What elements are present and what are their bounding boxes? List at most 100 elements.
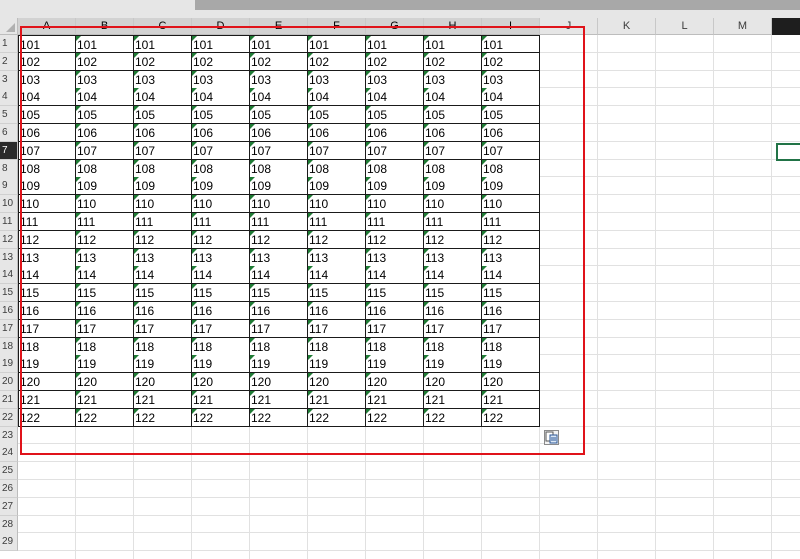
cell-d2[interactable]: 102 [192, 52, 250, 71]
cell-c3[interactable]: 103 [134, 70, 192, 89]
cell-f16[interactable]: 116 [308, 302, 366, 320]
cell-a3[interactable]: 103 [18, 70, 76, 89]
cell-i21[interactable]: 121 [482, 391, 540, 409]
cell-e11[interactable]: 111 [250, 213, 308, 231]
cell-c15[interactable]: 115 [134, 284, 192, 303]
cell-f6[interactable]: 106 [308, 124, 366, 142]
cell-a4[interactable]: 104 [18, 88, 76, 107]
cell-i3[interactable]: 103 [482, 70, 540, 89]
cell-a17[interactable]: 117 [18, 319, 76, 338]
cell-g4[interactable]: 104 [366, 88, 424, 107]
cell-b9[interactable]: 109 [76, 177, 134, 196]
cell-e12[interactable]: 112 [250, 230, 308, 249]
cell-f3[interactable]: 103 [308, 70, 366, 89]
cell-b16[interactable]: 116 [76, 302, 134, 320]
cell-e22[interactable]: 122 [250, 408, 308, 427]
cell-b20[interactable]: 120 [76, 373, 134, 392]
cell-d10[interactable]: 110 [192, 195, 250, 214]
cell-d18[interactable]: 118 [192, 337, 250, 356]
cell-d9[interactable]: 109 [192, 177, 250, 196]
row-header-17[interactable]: 17 [0, 319, 18, 338]
cell-a6[interactable]: 106 [18, 124, 76, 142]
cell-h10[interactable]: 110 [424, 195, 482, 214]
cell-i8[interactable]: 108 [482, 159, 540, 178]
cell-h9[interactable]: 109 [424, 177, 482, 196]
cell-g17[interactable]: 117 [366, 319, 424, 338]
cell-e17[interactable]: 117 [250, 319, 308, 338]
cell-b7[interactable]: 107 [76, 141, 134, 160]
cell-i19[interactable]: 119 [482, 355, 540, 374]
cell-d17[interactable]: 117 [192, 319, 250, 338]
cell-b1[interactable]: 101 [76, 35, 134, 53]
cell-b5[interactable]: 105 [76, 106, 134, 125]
cell-f12[interactable]: 112 [308, 230, 366, 249]
cell-i2[interactable]: 102 [482, 52, 540, 71]
cell-i1[interactable]: 101 [482, 35, 540, 53]
cell-h17[interactable]: 117 [424, 319, 482, 338]
cell-g9[interactable]: 109 [366, 177, 424, 196]
row-header-14[interactable]: 14 [0, 266, 18, 285]
select-all-corner[interactable] [0, 18, 18, 35]
column-header-a[interactable]: A [18, 18, 76, 35]
cell-a22[interactable]: 122 [18, 408, 76, 427]
cell-b14[interactable]: 114 [76, 266, 134, 285]
cell-c6[interactable]: 106 [134, 124, 192, 142]
cell-a7[interactable]: 107 [18, 141, 76, 160]
cell-h18[interactable]: 118 [424, 337, 482, 356]
cell-a15[interactable]: 115 [18, 284, 76, 303]
column-header-i[interactable]: I [482, 18, 540, 35]
row-header-19[interactable]: 19 [0, 355, 18, 374]
cell-f17[interactable]: 117 [308, 319, 366, 338]
cell-g18[interactable]: 118 [366, 337, 424, 356]
cell-a8[interactable]: 108 [18, 159, 76, 178]
cell-c14[interactable]: 114 [134, 266, 192, 285]
cell-b11[interactable]: 111 [76, 213, 134, 231]
cell-f18[interactable]: 118 [308, 337, 366, 356]
cell-b4[interactable]: 104 [76, 88, 134, 107]
cell-c12[interactable]: 112 [134, 230, 192, 249]
cell-c2[interactable]: 102 [134, 52, 192, 71]
cell-i13[interactable]: 113 [482, 248, 540, 267]
cell-g22[interactable]: 122 [366, 408, 424, 427]
row-header-6[interactable]: 6 [0, 124, 18, 142]
cell-f22[interactable]: 122 [308, 408, 366, 427]
cell-d19[interactable]: 119 [192, 355, 250, 374]
row-header-5[interactable]: 5 [0, 106, 18, 125]
cell-b8[interactable]: 108 [76, 159, 134, 178]
cell-b10[interactable]: 110 [76, 195, 134, 214]
row-header-21[interactable]: 21 [0, 391, 18, 409]
cell-c19[interactable]: 119 [134, 355, 192, 374]
cell-e8[interactable]: 108 [250, 159, 308, 178]
cell-c16[interactable]: 116 [134, 302, 192, 320]
row-header-15[interactable]: 15 [0, 284, 18, 303]
row-header-16[interactable]: 16 [0, 302, 18, 320]
row-header-13[interactable]: 13 [0, 248, 18, 267]
cell-f11[interactable]: 111 [308, 213, 366, 231]
cell-e14[interactable]: 114 [250, 266, 308, 285]
cell-g5[interactable]: 105 [366, 106, 424, 125]
cell-a13[interactable]: 113 [18, 248, 76, 267]
cell-d11[interactable]: 111 [192, 213, 250, 231]
cell-b21[interactable]: 121 [76, 391, 134, 409]
row-header-28[interactable]: 28 [0, 515, 18, 534]
cell-c17[interactable]: 117 [134, 319, 192, 338]
cell-h22[interactable]: 122 [424, 408, 482, 427]
cell-h2[interactable]: 102 [424, 52, 482, 71]
cell-f14[interactable]: 114 [308, 266, 366, 285]
cell-a10[interactable]: 110 [18, 195, 76, 214]
cell-d4[interactable]: 104 [192, 88, 250, 107]
cell-a19[interactable]: 119 [18, 355, 76, 374]
cell-f10[interactable]: 110 [308, 195, 366, 214]
cell-g21[interactable]: 121 [366, 391, 424, 409]
cell-b6[interactable]: 106 [76, 124, 134, 142]
cell-e7[interactable]: 107 [250, 141, 308, 160]
cell-a11[interactable]: 111 [18, 213, 76, 231]
row-header-29[interactable]: 29 [0, 533, 18, 552]
cell-i5[interactable]: 105 [482, 106, 540, 125]
cell-f15[interactable]: 115 [308, 284, 366, 303]
cell-c4[interactable]: 104 [134, 88, 192, 107]
cell-f20[interactable]: 120 [308, 373, 366, 392]
cell-i10[interactable]: 110 [482, 195, 540, 214]
cell-a2[interactable]: 102 [18, 52, 76, 71]
cell-e18[interactable]: 118 [250, 337, 308, 356]
